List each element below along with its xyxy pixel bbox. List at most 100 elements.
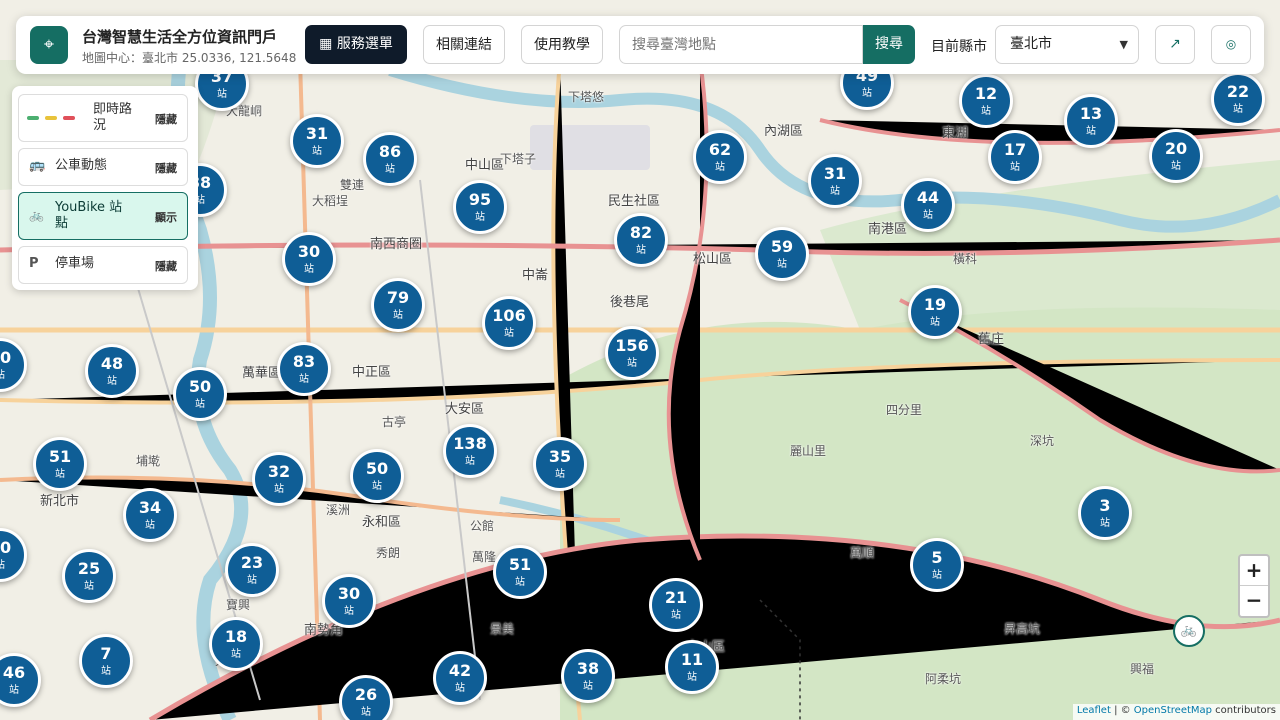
place-label: 昇高坑	[1004, 622, 1041, 636]
place-label: 中正區	[352, 365, 392, 380]
youbike-cluster[interactable]: 34 站	[123, 488, 177, 542]
locate-icon[interactable]: ◎	[1211, 25, 1251, 64]
youbike-cluster[interactable]: 19 站	[908, 285, 962, 339]
cluster-count: 3	[1099, 496, 1111, 515]
place-label: 四分里	[886, 403, 923, 417]
place-label: 橫科	[953, 252, 978, 266]
youbike-cluster[interactable]: 23 站	[225, 543, 279, 597]
youbike-cluster[interactable]: 50 站	[350, 449, 404, 503]
place-label: 萬隆	[472, 550, 497, 564]
youbike-cluster[interactable]: 38 站	[561, 649, 615, 703]
cluster-unit: 站	[344, 606, 354, 617]
county-select[interactable]: 臺北市 ▼	[995, 25, 1139, 64]
cluster-unit: 站	[830, 186, 840, 197]
youbike-cluster[interactable]: 48 站	[85, 344, 139, 398]
youbike-cluster[interactable]: 51 站	[493, 545, 547, 599]
youbike-cluster[interactable]: 22 站	[1211, 72, 1265, 126]
zoom-in-button[interactable]: +	[1240, 556, 1268, 586]
youbike-cluster[interactable]: 51 站	[33, 437, 87, 491]
youbike-cluster[interactable]: 42 站	[433, 651, 487, 705]
youbike-cluster[interactable]: 30 站	[282, 232, 336, 286]
place-label: 內湖區	[764, 124, 804, 139]
cluster-count: 86	[378, 142, 402, 161]
youbike-cluster[interactable]: 11 站	[665, 640, 719, 694]
youbike-cluster[interactable]: 83 站	[277, 342, 331, 396]
youbike-cluster[interactable]: 86 站	[363, 132, 417, 186]
zoom-out-button[interactable]: −	[1240, 586, 1268, 616]
youbike-cluster[interactable]: 7站	[79, 634, 133, 688]
youbike-cluster[interactable]: 17 站	[988, 130, 1042, 184]
parking-icon: P	[29, 256, 39, 271]
layer-traffic-toggle[interactable]: 即時路況 隱藏	[18, 94, 188, 142]
place-label: 寶興	[226, 598, 251, 612]
youbike-cluster[interactable]: 31 站	[808, 154, 862, 208]
place-label: 民生社區	[608, 194, 661, 209]
cluster-count: 46	[2, 663, 26, 682]
bike-icon: 🚲	[29, 208, 44, 222]
cluster-count: 5	[931, 548, 943, 567]
cluster-unit: 站	[627, 358, 637, 369]
youbike-cluster[interactable]: 18 站	[209, 617, 263, 671]
youbike-cluster[interactable]: 21 站	[649, 578, 703, 632]
youbike-cluster[interactable]: 138 站	[443, 424, 497, 478]
layer-label: YouBike 站點	[55, 200, 123, 231]
youbike-cluster[interactable]: 3站	[1078, 486, 1132, 540]
cluster-unit: 站	[385, 164, 395, 175]
place-label: 興福	[1130, 662, 1155, 676]
youbike-cluster[interactable]: 35 站	[533, 437, 587, 491]
attribution-sep: | ©	[1110, 705, 1134, 716]
place-label: 下塔子	[500, 152, 537, 166]
cluster-unit: 站	[299, 374, 309, 385]
place-label: 南港區	[868, 222, 908, 237]
cluster-unit: 站	[361, 707, 371, 718]
youbike-cluster[interactable]: 5站	[910, 538, 964, 592]
youbike-cluster[interactable]: 62 站	[693, 130, 747, 184]
related-links-button[interactable]: 相關連結	[423, 25, 505, 64]
youbike-cluster[interactable]: 44 站	[901, 178, 955, 232]
youbike-cluster[interactable]: 59 站	[755, 227, 809, 281]
youbike-cluster[interactable]: 20 站	[1149, 129, 1203, 183]
place-label: 萬順	[850, 546, 875, 560]
layer-youbike-toggle[interactable]: 🚲 YouBike 站點 顯示	[18, 192, 188, 240]
share-icon[interactable]: ↗	[1155, 25, 1195, 64]
search-button[interactable]: 搜尋	[863, 25, 915, 64]
cluster-count: 50	[188, 377, 212, 396]
youbike-cluster[interactable]: 106 站	[482, 296, 536, 350]
cluster-count: 82	[629, 223, 653, 242]
layer-label: 停車場	[55, 256, 95, 271]
cluster-count: 19	[923, 295, 947, 314]
leaflet-link[interactable]: Leaflet	[1077, 705, 1111, 716]
youbike-cluster[interactable]: 12 站	[959, 74, 1013, 128]
youbike-cluster[interactable]: 25 站	[62, 549, 116, 603]
tutorial-button[interactable]: 使用教學	[521, 25, 603, 64]
cluster-unit: 站	[1100, 518, 1110, 529]
youbike-cluster[interactable]: 13 站	[1064, 94, 1118, 148]
layer-parking-toggle[interactable]: P 停車場 隱藏	[18, 246, 188, 284]
place-label: 東湖	[942, 126, 969, 141]
cluster-unit: 站	[515, 577, 525, 588]
cluster-unit: 站	[304, 264, 314, 275]
place-label: 公館	[470, 519, 495, 533]
youbike-cluster[interactable]: 82 站	[614, 213, 668, 267]
youbike-cluster[interactable]: 95 站	[453, 180, 507, 234]
youbike-cluster[interactable]: 32 站	[252, 452, 306, 506]
cluster-count: 30	[337, 584, 361, 603]
cluster-count: 95	[468, 190, 492, 209]
youbike-cluster[interactable]: 30 站	[322, 574, 376, 628]
youbike-cluster[interactable]: 79 站	[371, 278, 425, 332]
youbike-cluster[interactable]: 26 站	[339, 675, 393, 720]
cluster-count: 22	[1226, 82, 1250, 101]
cluster-count: 51	[508, 555, 532, 574]
bike-marker-icon[interactable]: 🚲	[1173, 615, 1205, 647]
osm-link[interactable]: OpenStreetMap	[1134, 705, 1212, 716]
youbike-cluster[interactable]: 156 站	[605, 326, 659, 380]
cluster-unit: 站	[274, 484, 284, 495]
cluster-unit: 站	[247, 575, 257, 586]
youbike-cluster[interactable]: 31 站	[290, 114, 344, 168]
layer-bus-toggle[interactable]: 🚌 公車動態 隱藏	[18, 148, 188, 186]
service-menu-button[interactable]: ▦ 服務選單	[305, 25, 407, 64]
place-label: 深坑	[1030, 434, 1055, 448]
youbike-cluster[interactable]: 50 站	[173, 367, 227, 421]
search-input[interactable]	[619, 25, 863, 64]
county-value: 臺北市	[1010, 36, 1052, 52]
